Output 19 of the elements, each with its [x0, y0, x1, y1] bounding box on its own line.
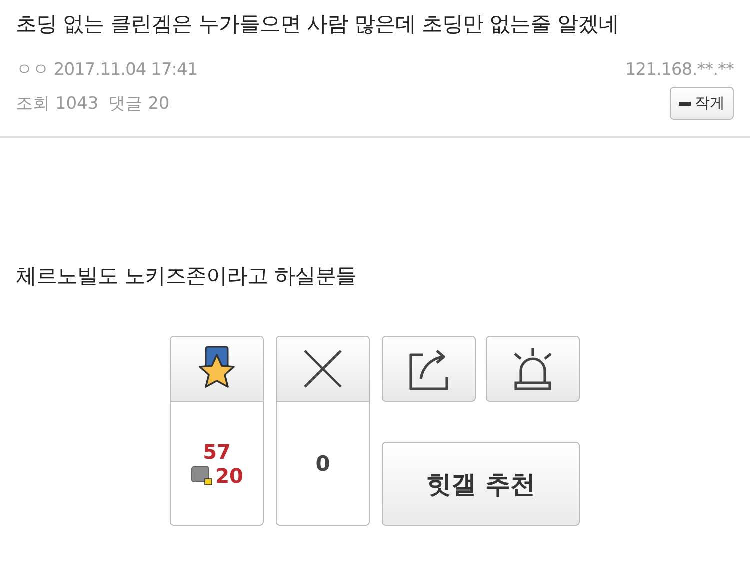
ip-address: 121.168.**.**	[625, 60, 734, 80]
downvote-button[interactable]	[277, 337, 369, 402]
comment-count: 댓글 20	[108, 93, 170, 115]
downvote-count: 0	[316, 452, 330, 476]
close-icon	[303, 349, 343, 389]
post-title: 초딩 없는 클린겜은 누가들으면 사람 많은데 초딩만 없는줄 알겠네	[16, 11, 620, 38]
post-body: 체르노빌도 노키즈존이라고 하실분들	[16, 263, 358, 290]
minus-icon	[679, 102, 691, 106]
fixed-upvote-count: 20	[216, 464, 244, 488]
author-date: ㅇㅇ 2017.11.04 17:41	[16, 59, 198, 81]
upvote-count: 57	[203, 440, 231, 464]
report-button[interactable]	[486, 336, 580, 402]
fixed-user-icon	[190, 466, 213, 486]
view-count: 조회 1043	[16, 93, 99, 115]
share-icon	[407, 347, 451, 391]
upvote-button[interactable]	[171, 337, 263, 402]
hit-gallery-button[interactable]: 힛갤 추천	[382, 442, 580, 526]
share-button[interactable]	[382, 336, 476, 402]
font-size-button[interactable]: 작게	[670, 87, 734, 120]
